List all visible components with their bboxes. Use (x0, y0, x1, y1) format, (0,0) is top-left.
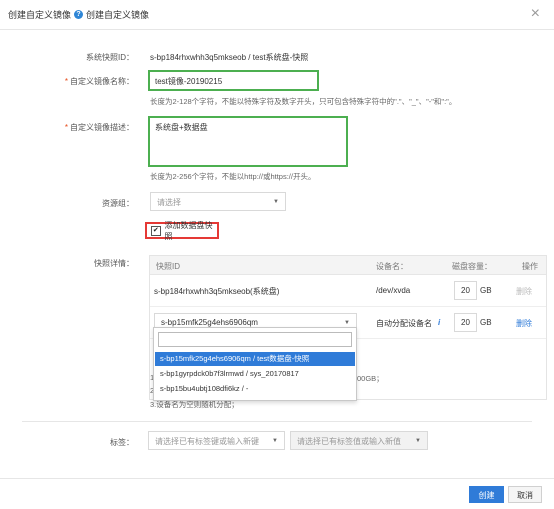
help-icon[interactable]: ? (74, 10, 84, 19)
row-snapshot-id: s-bp184rhxwhh3q5mkseob(系统盘) (154, 287, 280, 296)
dropdown-option[interactable]: s-bp1gyrpdck0b7f3lrmwd / sys_20170817 (155, 367, 355, 381)
note-line-1-tail: 00GB； (357, 374, 384, 383)
resource-group-label: 资源组： (102, 199, 134, 208)
column-snapshot-id: 快照ID (156, 262, 180, 271)
snapshot-id-value: s-bp184rhxwhh3q5mkseob / test系统盘-快照 (150, 53, 309, 62)
cancel-button[interactable]: 取消 (508, 486, 542, 503)
add-data-disk-snapshot-highlight[interactable]: ✔ 添加数据盘快照 (145, 220, 219, 241)
dialog-title-text: 创建自定义镜像 (8, 10, 72, 20)
column-actions: 操作 (522, 262, 538, 271)
capacity-unit: GB (480, 318, 492, 327)
dropdown-option[interactable]: s-bp15mfk25g4ehs6906qm / test数据盘-快照 (155, 352, 355, 366)
help-link[interactable]: 创建自定义镜像 (86, 8, 149, 21)
snapshot-details-label: 快照详情： (94, 259, 134, 268)
chevron-down-icon: ▼ (415, 438, 421, 444)
snapshot-id-label: 系统快照ID： (86, 53, 134, 62)
info-icon[interactable]: i (438, 318, 440, 327)
close-icon[interactable]: × (531, 5, 540, 23)
chevron-down-icon: ▼ (272, 438, 278, 444)
capacity-input[interactable]: 20 (454, 281, 477, 300)
snapshot-select-value: s-bp15mfk25g4ehs6906qm (161, 318, 258, 327)
image-desc-hint: 长度为2-256个字符，不能以http://或https://开头。 (150, 172, 316, 181)
table-row: s-bp184rhxwhh3q5mkseob(系统盘) /dev/xvda 20… (150, 275, 546, 307)
table-header: 快照ID 设备名： 磁盘容量： 操作 (150, 256, 546, 275)
image-name-label: * 自定义镜像名称： (64, 77, 134, 86)
tag-key-select[interactable]: 请选择已有标签键或输入新键 ▼ (148, 431, 285, 450)
tag-value-select[interactable]: 请选择已有标签值或输入新值 ▼ (290, 431, 428, 450)
image-name-input[interactable]: test镜像-20190215 (148, 70, 319, 91)
footer-divider (0, 478, 554, 479)
row-device: /dev/xvda (376, 286, 411, 295)
dropdown-search-input[interactable] (158, 332, 352, 347)
image-desc-label: * 自定义镜像描述： (64, 123, 134, 132)
device-name-placeholder[interactable]: 自动分配设备名 (376, 318, 432, 329)
chevron-down-icon: ▼ (344, 320, 350, 326)
image-name-hint: 长度为2-128个字符，不能以特殊字符及数字开头，只可包含特殊字符中的"."、"… (150, 97, 457, 106)
dropdown-option[interactable]: s-bp15bu4ubtj108dfi6kz / - (155, 382, 355, 396)
snapshot-dropdown: s-bp15mfk25g4ehs6906qm / test数据盘-快照 s-bp… (153, 327, 357, 401)
capacity-input[interactable]: 20 (454, 313, 477, 332)
delete-link[interactable]: 删除 (516, 286, 532, 297)
tag-key-placeholder: 请选择已有标签键或输入新键 (155, 437, 259, 446)
add-data-disk-checkbox[interactable]: ✔ (151, 225, 161, 236)
add-data-disk-label: 添加数据盘快照 (164, 220, 213, 241)
header-divider (0, 29, 554, 30)
create-button[interactable]: 创建 (469, 486, 504, 503)
capacity-unit: GB (480, 286, 492, 295)
delete-link[interactable]: 删除 (516, 318, 532, 329)
column-capacity: 磁盘容量： (452, 262, 492, 271)
dialog-title: 创建自定义镜像 ? 创建自定义镜像 (8, 8, 149, 21)
image-desc-textarea[interactable]: 系统盘+数据盘 (148, 116, 348, 167)
tag-value-placeholder: 请选择已有标签值或输入新值 (297, 437, 401, 446)
resource-group-placeholder: 请选择 (157, 198, 181, 207)
tags-divider (22, 421, 532, 422)
column-device: 设备名： (376, 262, 408, 271)
tags-label: 标签： (110, 438, 134, 447)
resource-group-select[interactable]: 请选择 ▼ (150, 192, 286, 211)
chevron-down-icon: ▼ (273, 199, 279, 205)
